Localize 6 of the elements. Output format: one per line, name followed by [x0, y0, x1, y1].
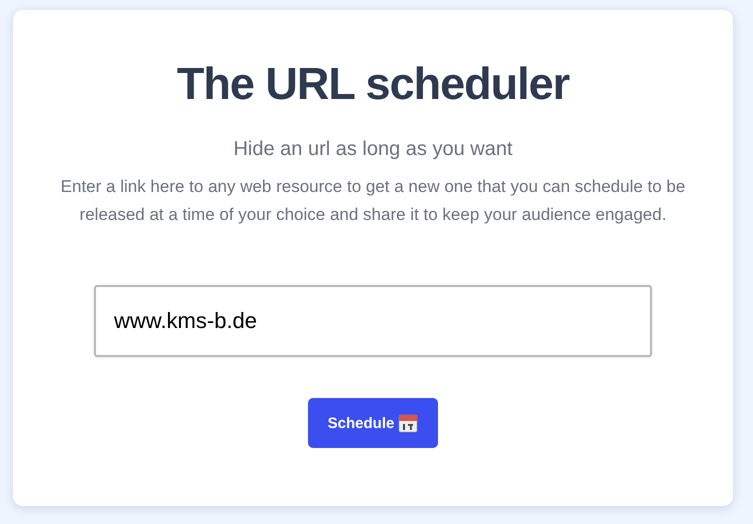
url-field[interactable]: www.kms-b.de: [94, 285, 652, 357]
subtitle: Hide an url as long as you want: [233, 138, 513, 161]
page-title: The URL scheduler: [176, 58, 570, 110]
schedule-button[interactable]: Schedule: [308, 398, 438, 448]
description: Enter a link here to any web resource to get a new one that you can schedule to be released at a time of your choice and share it to keep your audience engaged.: [60, 176, 686, 226]
calendar-icon: [398, 413, 418, 433]
